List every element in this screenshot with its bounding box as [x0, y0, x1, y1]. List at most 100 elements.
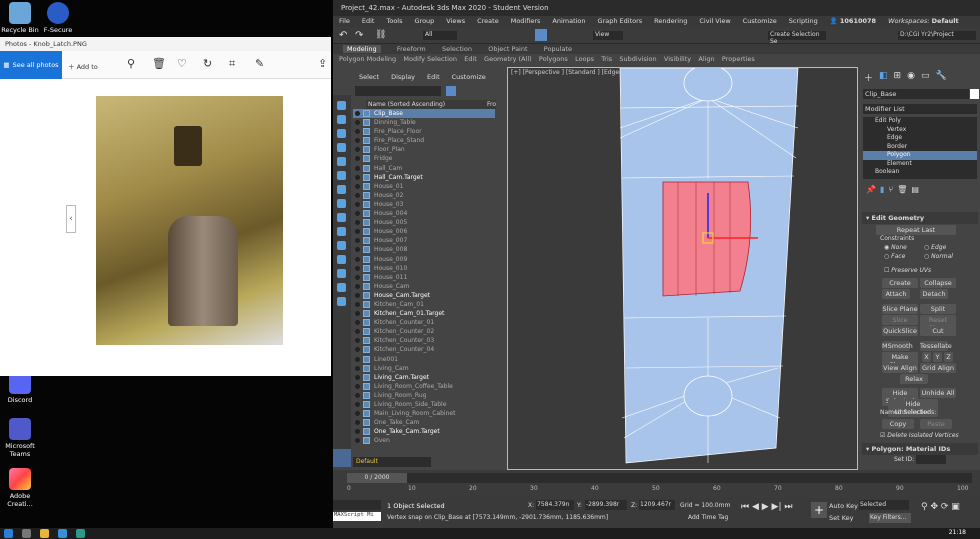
repeat-last-button[interactable]: Repeat Last — [876, 225, 956, 235]
panel-edit[interactable]: Edit — [464, 55, 477, 63]
tab-freeform[interactable]: Freeform — [397, 45, 426, 53]
scene-item[interactable]: House_02 — [353, 191, 495, 200]
delete-isolated-checkbox[interactable]: ☑ Delete Isolated Vertices — [880, 432, 959, 439]
preserve-uvs-checkbox[interactable]: ☐ Preserve UVs — [884, 267, 931, 274]
share-icon[interactable]: ⇪ — [318, 58, 327, 70]
scene-item[interactable]: Line001 — [353, 355, 495, 364]
visibility-icon[interactable] — [355, 229, 360, 235]
utilities-tab-icon[interactable]: 🔧 — [935, 71, 946, 84]
panel-modify-selection[interactable]: Modify Selection — [403, 55, 457, 63]
edge-icon[interactable] — [58, 529, 67, 538]
menu-civil-view[interactable]: Civil View — [693, 16, 736, 27]
visibility-icon[interactable] — [355, 138, 360, 144]
visibility-icon[interactable] — [355, 265, 360, 271]
redo-icon[interactable]: ↷ — [355, 30, 363, 41]
planar-x-button[interactable]: X — [922, 352, 931, 362]
search-icon[interactable] — [22, 529, 31, 538]
visibility-icon[interactable] — [355, 192, 360, 198]
copy-button[interactable]: Copy — [882, 419, 914, 429]
stack-edge[interactable]: Edge — [863, 134, 977, 143]
scene-item[interactable]: House_010 — [353, 264, 495, 273]
panel-align[interactable]: Align — [698, 55, 714, 63]
constraint-face-radio[interactable]: ○ Face — [884, 253, 905, 260]
display-shapes-icon[interactable] — [337, 115, 346, 124]
visibility-icon[interactable] — [355, 365, 360, 371]
link-icon[interactable]: ⛓ — [375, 30, 386, 40]
visibility-icon[interactable] — [355, 283, 360, 289]
scene-item[interactable]: House_03 — [353, 200, 495, 209]
scene-item[interactable]: House_006 — [353, 227, 495, 236]
display-groups-icon[interactable] — [337, 185, 346, 194]
attach-button[interactable]: Attach — [882, 289, 910, 299]
stack-vertex[interactable]: Vertex — [863, 126, 977, 135]
filter-icon[interactable] — [446, 86, 456, 96]
constraint-edge-radio[interactable]: ○ Edge — [924, 244, 946, 251]
selected-polygons[interactable] — [662, 181, 752, 297]
planar-z-button[interactable]: Z — [944, 352, 953, 362]
scene-item[interactable]: House_01 — [353, 182, 495, 191]
scene-item[interactable]: House_008 — [353, 245, 495, 254]
desktop-icon-f-secure[interactable]: F-Secure — [38, 2, 78, 34]
add-time-tag[interactable]: Add Time Tag — [688, 514, 728, 521]
visibility-icon[interactable] — [355, 392, 360, 398]
scene-item[interactable]: House_005 — [353, 218, 495, 227]
paste-button[interactable]: Paste — [920, 419, 952, 429]
slice-plane-button[interactable]: Slice Plane — [882, 304, 918, 314]
max-taskbar-icon[interactable] — [76, 529, 85, 538]
visibility-icon[interactable] — [355, 211, 360, 217]
scene-item[interactable]: House_Cam.Target — [353, 291, 495, 300]
panel-tris[interactable]: Tris — [601, 55, 612, 63]
visibility-icon[interactable] — [355, 320, 360, 326]
menu-scripting[interactable]: Scripting — [783, 16, 824, 27]
set-key-button[interactable]: Set Key — [829, 514, 854, 522]
slice-button[interactable]: Slice — [882, 315, 918, 325]
zoom-icon[interactable]: ⚲ — [127, 58, 135, 70]
visibility-icon[interactable] — [355, 301, 360, 307]
display-none-icon[interactable] — [337, 283, 346, 292]
visibility-icon[interactable] — [355, 383, 360, 389]
display-containers-icon[interactable] — [337, 227, 346, 236]
scene-item[interactable]: House_004 — [353, 209, 495, 218]
explorer-menu-select[interactable]: Select — [359, 73, 379, 81]
time-slider-track[interactable]: 0 / 2000 — [347, 473, 972, 483]
visibility-icon[interactable] — [355, 120, 360, 126]
scene-item[interactable]: Kitchen_Counter_01 — [353, 318, 495, 327]
menu-customize[interactable]: Customize — [737, 16, 783, 27]
visibility-icon[interactable] — [355, 356, 360, 362]
see-all-photos-button[interactable]: ▦ See all photos — [0, 51, 62, 79]
user-account[interactable]: 👤 10610078 — [824, 16, 882, 27]
viewport-navigation-icons[interactable]: ⚲ ✥ ⟳ ▣ — [921, 502, 960, 512]
scene-item[interactable]: Main_Living_Room_Cabinet — [353, 409, 495, 418]
delete-icon[interactable]: 🗑 — [152, 58, 166, 70]
stack-border[interactable]: Border — [863, 143, 977, 152]
visibility-icon[interactable] — [355, 147, 360, 153]
object-color-swatch[interactable] — [970, 89, 979, 99]
scene-item[interactable]: Kitchen_Cam_01 — [353, 300, 495, 309]
scene-item[interactable]: Floor_Plan — [353, 145, 495, 154]
remove-modifier-icon[interactable]: 🗑 — [897, 185, 907, 194]
time-slider[interactable]: 0 / 2000 — [347, 473, 407, 483]
configure-sets-icon[interactable]: ▤ — [911, 185, 919, 194]
visibility-icon[interactable] — [355, 201, 360, 207]
constraint-none-radio[interactable]: ◉ None — [884, 244, 907, 251]
visibility-icon[interactable] — [355, 220, 360, 226]
key-selection-dropdown[interactable]: Selected — [859, 500, 909, 510]
planar-y-button[interactable]: Y — [933, 352, 942, 362]
panel-polygons[interactable]: Polygons — [539, 55, 568, 63]
stack-boolean[interactable]: Boolean — [863, 168, 977, 177]
panel-subdivision[interactable]: Subdivision — [619, 55, 656, 63]
explorer-menu-display[interactable]: Display — [391, 73, 415, 81]
invert-display-icon[interactable] — [337, 297, 346, 306]
desktop-icon-adobe[interactable]: Adobe Creati... — [0, 468, 40, 508]
display-all-icon[interactable] — [337, 269, 346, 278]
display-frozen-icon[interactable] — [337, 241, 346, 250]
stack-element[interactable]: Element — [863, 160, 977, 169]
scene-item[interactable]: Hall_Cam — [353, 164, 495, 173]
desktop-icon-recycle-bin[interactable]: Recycle Bin — [0, 2, 40, 34]
explorer-header[interactable]: Name (Sorted Ascending) Fro — [366, 100, 496, 109]
panel-geometry-all[interactable]: Geometry (All) — [484, 55, 532, 63]
scene-item[interactable]: House_011 — [353, 273, 495, 282]
scene-item[interactable]: Kitchen_Counter_04 — [353, 345, 495, 354]
coord-y-field[interactable]: -2899.398r — [585, 500, 627, 510]
previous-photo-button[interactable]: ‹ — [66, 205, 76, 233]
